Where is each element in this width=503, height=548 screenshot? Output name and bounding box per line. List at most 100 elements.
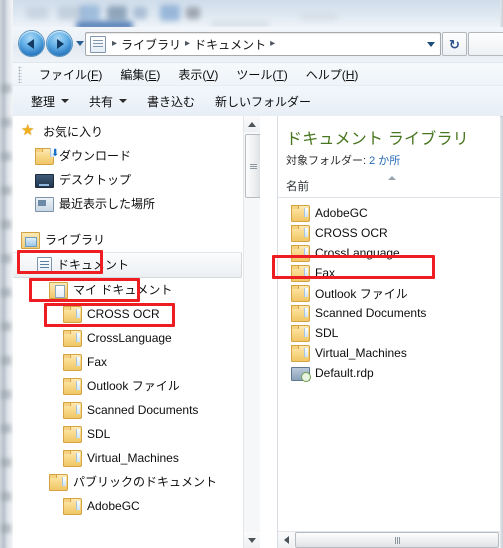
file-list-item-0[interactable]: AdobeGC	[278, 203, 500, 223]
scroll-up-button[interactable]	[244, 116, 260, 132]
navigation-pane: お気に入りダウンロードデスクトップ最近表示した場所ライブラリドキュメントマイ ド…	[13, 116, 260, 548]
file-list-item-1[interactable]: CROSS OCR	[278, 223, 500, 243]
folder-icon	[291, 204, 310, 222]
libraries-icon	[21, 231, 40, 249]
folder-icon	[291, 264, 310, 282]
sidebar-item-2[interactable]: デスクトップ	[13, 168, 246, 192]
folder-icon	[291, 304, 310, 322]
thumb-grip-icon	[249, 163, 257, 169]
scroll-left-button[interactable]	[278, 532, 294, 548]
file-list-item-3[interactable]: Fax	[278, 263, 500, 283]
window-left-frame	[0, 0, 13, 548]
horizontal-scrollbar-thumb[interactable]	[295, 532, 499, 548]
address-breadcrumb-field[interactable]: ▸ ライブラリ ▸ ドキュメント ▸	[85, 32, 441, 56]
sidebar-item-7[interactable]: マイ ドキュメント	[13, 278, 246, 302]
sidebar-item-15[interactable]: パブリックのドキュメント	[13, 470, 246, 494]
file-list-item-2[interactable]: CrossLanguage	[278, 243, 500, 263]
sidebar-item-14[interactable]: Virtual_Machines	[13, 446, 246, 470]
recent-locations-chevron-down-icon[interactable]	[76, 41, 84, 46]
navigation-buttons	[19, 31, 84, 56]
toolbar-button-1[interactable]: 共有	[79, 89, 137, 114]
breadcrumb-separator-icon[interactable]: ▸	[266, 39, 279, 49]
sidebar-item-11[interactable]: Outlook ファイル	[13, 374, 246, 398]
sidebar-item-label: デスクトップ	[59, 173, 132, 187]
window-frame-backdrop	[0, 0, 503, 27]
file-list-pane: ドキュメント ライブラリ 対象フォルダー: 2 か所 名前 AdobeGC CRO…	[277, 116, 500, 548]
download-folder-icon	[35, 147, 54, 165]
file-name-label: AdobeGC	[315, 206, 368, 220]
menu-accesskey: F	[91, 68, 99, 82]
toolbar-button-2[interactable]: 書き込む	[137, 89, 205, 114]
menu-item-0[interactable]: ファイル(F)	[30, 64, 111, 85]
breadcrumb-separator-icon[interactable]: ▸	[181, 39, 194, 49]
sidebar-item-label: ダウンロード	[59, 149, 132, 163]
desktop-icon	[35, 174, 54, 188]
menu-label: ツール(T)	[236, 68, 288, 82]
column-header-name[interactable]: 名前	[278, 178, 309, 194]
navigation-scrollbar-thumb[interactable]	[245, 134, 260, 198]
file-list-item-7[interactable]: Virtual_Machines	[278, 343, 500, 363]
refresh-button[interactable]: ↻	[442, 32, 467, 56]
sidebar-item-5[interactable]: ライブラリ	[13, 228, 246, 252]
file-list-item-5[interactable]: Scanned Documents	[278, 303, 500, 323]
menu-drag-grip[interactable]	[18, 66, 22, 83]
folder-icon	[291, 224, 310, 242]
folder-icon	[63, 401, 82, 419]
sidebar-item-label: Outlook ファイル	[87, 379, 180, 393]
file-list-item-6[interactable]: SDL	[278, 323, 500, 343]
folder-icon	[291, 244, 310, 262]
scroll-down-button[interactable]	[244, 532, 260, 548]
sidebar-item-label: CROSS OCR	[87, 307, 160, 321]
sidebar-item-label: AdobeGC	[87, 499, 140, 513]
sidebar-item-1[interactable]: ダウンロード	[13, 144, 246, 168]
file-list-horizontal-scrollbar[interactable]	[278, 531, 500, 548]
library-subtitle: 対象フォルダー: 2 か所	[278, 149, 500, 168]
menu-item-3[interactable]: ツール(T)	[227, 64, 296, 85]
file-list-item-8[interactable]: Default.rdp	[278, 363, 500, 383]
navigation-pane-scrollbar[interactable]	[243, 116, 260, 548]
menu-item-4[interactable]: ヘルプ(H)	[297, 64, 368, 85]
sidebar-item-10[interactable]: Fax	[13, 350, 246, 374]
sidebar-item-6[interactable]: ドキュメント	[13, 252, 242, 278]
breadcrumb-item-documents[interactable]: ドキュメント	[194, 36, 266, 53]
sidebar-item-label: Scanned Documents	[87, 403, 199, 417]
sidebar-item-12[interactable]: Scanned Documents	[13, 398, 246, 422]
sidebar-item-label: お気に入り	[43, 125, 104, 139]
library-page-icon	[90, 35, 106, 53]
sidebar-item-13[interactable]: SDL	[13, 422, 246, 446]
sidebar-item-16[interactable]: AdobeGC	[13, 494, 246, 518]
menu-accesskey: T	[276, 68, 284, 82]
menu-accesskey: E	[148, 68, 157, 82]
sidebar-item-label: CrossLanguage	[87, 331, 172, 345]
library-title: ドキュメント ライブラリ	[286, 131, 469, 148]
command-toolbar: 整理 共有 書き込む 新しいフォルダー	[13, 85, 503, 117]
explorer-window: ▸ ライブラリ ▸ ドキュメント ▸ ↻ ファイル(F) 編集(E) 表示(V) ツー…	[0, 0, 503, 548]
explorer-content: お気に入りダウンロードデスクトップ最近表示した場所ライブラリドキュメントマイ ド…	[13, 116, 500, 548]
sidebar-item-8[interactable]: CROSS OCR	[13, 302, 246, 326]
folder-icon	[63, 449, 82, 467]
address-history-chevron-down-icon[interactable]	[427, 41, 435, 47]
toolbar-button-0[interactable]: 整理	[21, 89, 79, 114]
folder-icon	[63, 497, 82, 515]
sidebar-item-0[interactable]: お気に入り	[13, 120, 246, 144]
triangle-up-icon	[248, 121, 256, 127]
file-list-item-4[interactable]: Outlook ファイル	[278, 283, 500, 303]
back-button[interactable]	[19, 31, 44, 56]
sidebar-item-label: SDL	[87, 427, 111, 441]
breadcrumb-separator-icon[interactable]: ▸	[108, 39, 121, 49]
folder-icon	[291, 324, 310, 342]
forward-button[interactable]	[47, 31, 72, 56]
toolbar-button-label: 書き込む	[147, 94, 196, 109]
search-box[interactable]	[468, 32, 503, 56]
folder-icon	[63, 329, 82, 347]
file-name-label: Virtual_Machines	[315, 346, 407, 360]
sidebar-item-9[interactable]: CrossLanguage	[13, 326, 246, 350]
toolbar-button-3[interactable]: 新しいフォルダー	[205, 89, 321, 114]
breadcrumb-item-libraries[interactable]: ライブラリ	[121, 36, 181, 53]
sidebar-item-3[interactable]: 最近表示した場所	[13, 192, 246, 216]
menu-item-1[interactable]: 編集(E)	[111, 64, 169, 85]
menu-item-2[interactable]: 表示(V)	[169, 64, 227, 85]
included-folders-link[interactable]: 2 か所	[369, 155, 400, 167]
menu-label: ファイル(F)	[39, 68, 103, 82]
